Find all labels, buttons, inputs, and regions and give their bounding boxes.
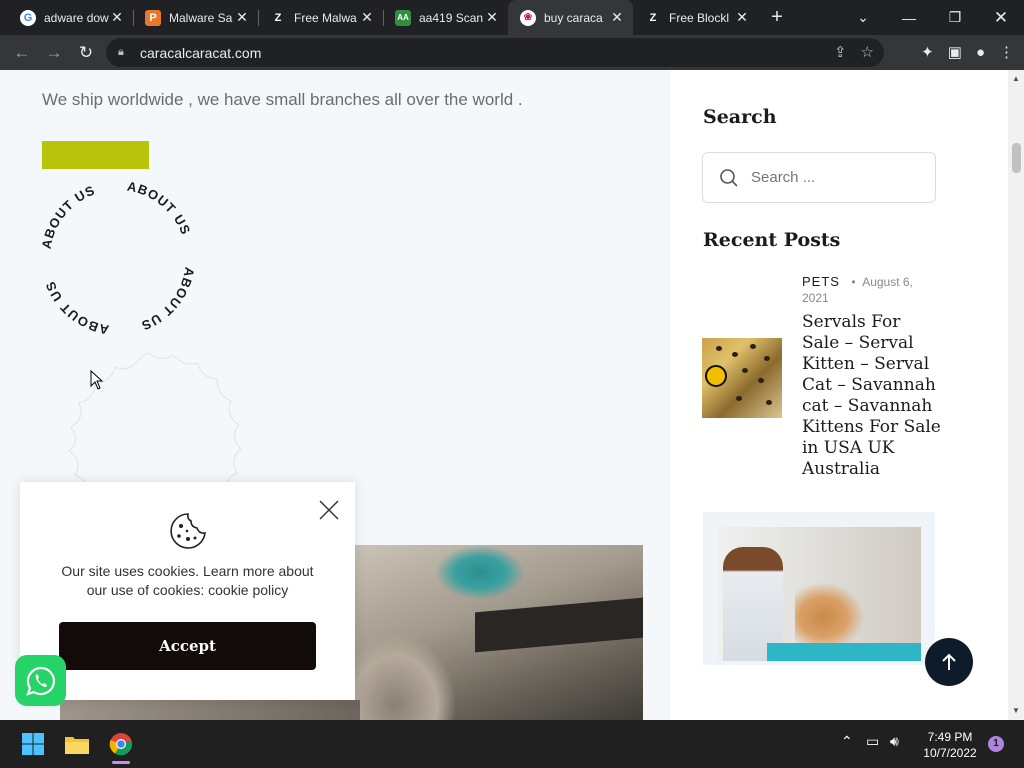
about-us-circular-badge[interactable]: ABOUT US ABOUT US ABOUT US ABOUT US (38, 178, 198, 338)
search-heading: Search (703, 106, 777, 128)
close-window-button[interactable]: ✕ (978, 0, 1024, 35)
hero-cat-image (355, 545, 643, 720)
close-icon[interactable]: ✕ (484, 9, 500, 26)
profile-icon[interactable]: ● (976, 44, 985, 61)
lock-icon: 🔒︎ (118, 46, 124, 58)
accent-bar (42, 141, 149, 169)
url-text: caracalcaracat.com (140, 44, 262, 61)
vet-dog-image (717, 527, 921, 661)
browser-tab-bar: G adware dow ✕ P Malware Sa ✕ Z Free Mal… (0, 0, 1024, 35)
accept-button[interactable]: Accept (59, 622, 316, 670)
svg-text:ABOUT US: ABOUT US (139, 266, 198, 334)
aa419-icon: AA (395, 9, 411, 26)
whatsapp-icon (25, 666, 55, 696)
browser-toolbar: ← → ↻ 🔒︎ caracalcaracat.com ⇪ ☆ ✦ ▣ ● ⋮ (0, 35, 1024, 70)
google-icon: G (20, 9, 36, 26)
close-icon[interactable]: ✕ (234, 9, 250, 26)
tab-free-blocklist[interactable]: Z Free Blockl ✕ (633, 0, 758, 35)
search-field[interactable] (702, 152, 936, 203)
post-category[interactable]: PETS (802, 274, 840, 289)
notification-badge[interactable]: 1 (988, 736, 1004, 752)
folder-icon (65, 737, 89, 754)
svg-text:ABOUT US: ABOUT US (42, 279, 110, 338)
network-icon[interactable]: ▭ (866, 733, 879, 750)
chrome-icon (109, 733, 133, 756)
side-panel-icon[interactable]: ▣ (948, 43, 962, 61)
search-input[interactable] (751, 169, 911, 186)
cookie-message: Our site uses cookies. Learn more about … (61, 563, 314, 598)
close-icon[interactable]: ✕ (734, 9, 750, 26)
tab-malware-sa[interactable]: P Malware Sa ✕ (133, 0, 258, 35)
bookmark-star-icon[interactable]: ☆ (861, 43, 874, 61)
tab-search-chevron-icon[interactable]: ⌄ (840, 0, 886, 35)
z-icon: Z (274, 11, 282, 24)
close-icon[interactable]: ✕ (609, 9, 625, 26)
sidebar-banner[interactable] (703, 512, 935, 665)
clock[interactable]: 7:49 PM 10/7/2022 (915, 729, 985, 761)
forward-button[interactable]: → (40, 39, 68, 67)
paw-icon: ❀ (520, 9, 536, 26)
svg-text:ABOUT US: ABOUT US (126, 179, 194, 238)
back-to-top-button[interactable] (925, 638, 973, 686)
shipping-text: We ship worldwide , we have small branch… (42, 90, 523, 109)
chrome-taskbar-button[interactable] (105, 728, 137, 764)
scrollbar-thumb[interactable] (1012, 143, 1021, 173)
page-viewport: We ship worldwide , we have small branch… (0, 70, 1024, 720)
tab-free-malware[interactable]: Z Free Malwa ✕ (258, 0, 383, 35)
post-meta: PETS • August 6, 2021 (802, 274, 913, 305)
close-icon[interactable]: ✕ (359, 9, 375, 26)
close-icon[interactable]: ✕ (109, 9, 125, 26)
windows-logo-icon (22, 733, 44, 755)
windows-taskbar: ⌃ ▭ 🔊︎ 7:49 PM 10/7/2022 1 (0, 720, 1024, 768)
post-thumbnail[interactable] (702, 338, 782, 418)
tab-adware[interactable]: G adware dow ✕ (8, 0, 133, 35)
minimize-button[interactable]: — (886, 0, 932, 35)
page-scrollbar[interactable]: ▲ ▼ (1008, 70, 1024, 720)
reload-button[interactable]: ↻ (72, 39, 100, 67)
search-icon (720, 168, 738, 187)
tab-aa419[interactable]: AA aa419 Scan ✕ (383, 0, 508, 35)
new-tab-button[interactable]: + (765, 6, 789, 30)
start-button[interactable] (17, 728, 49, 760)
cookie-banner: Our site uses cookies. Learn more about … (20, 482, 355, 700)
recent-posts-heading: Recent Posts (703, 229, 841, 251)
cookie-icon (170, 513, 206, 549)
restore-button[interactable]: ❐ (932, 0, 978, 35)
scroll-up-arrow-icon[interactable]: ▲ (1008, 72, 1024, 86)
menu-icon[interactable]: ⋮ (999, 43, 1014, 61)
cookie-policy-link[interactable]: cookie policy (208, 582, 288, 598)
arrow-up-icon (942, 653, 956, 670)
tab-buy-caracal[interactable]: ❀ buy caraca ✕ (508, 0, 633, 35)
address-bar[interactable]: 🔒︎ caracalcaracat.com ⇪ ☆ (106, 38, 884, 67)
extensions-icon[interactable]: ✦ (921, 43, 934, 61)
cat-image-strip (60, 700, 360, 720)
share-icon[interactable]: ⇪ (834, 43, 847, 61)
mouse-cursor-icon (90, 370, 104, 390)
chevron-up-icon[interactable]: ⌃ (841, 733, 853, 750)
close-icon[interactable] (317, 498, 341, 522)
file-explorer-button[interactable] (61, 728, 93, 760)
whatsapp-button[interactable] (15, 655, 66, 706)
scroll-down-arrow-icon[interactable]: ▼ (1008, 704, 1024, 718)
post-title-link[interactable]: Servals For Sale – Serval Kitten – Serva… (802, 312, 942, 480)
clock-time: 7:49 PM (927, 730, 973, 744)
back-button[interactable]: ← (8, 39, 36, 67)
volume-icon[interactable]: 🔊︎ (890, 733, 899, 750)
svg-text:ABOUT US: ABOUT US (39, 182, 98, 250)
z-icon: Z (649, 11, 657, 24)
malware-site-icon: P (145, 9, 161, 26)
clock-date: 10/7/2022 (923, 746, 977, 760)
